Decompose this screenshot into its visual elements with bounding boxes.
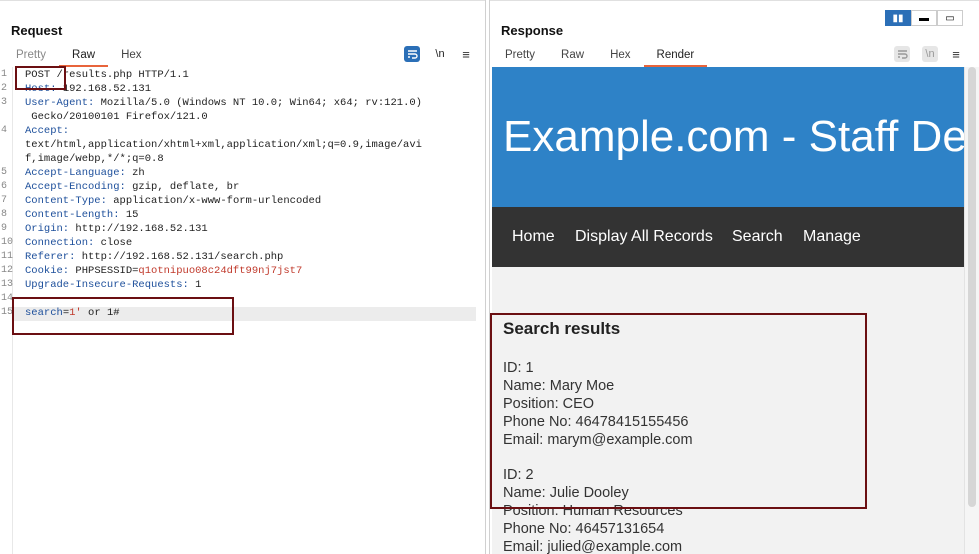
header-value: text/html,application/xhtml+xml,applicat…	[25, 139, 422, 151]
header-key: Origin:	[25, 223, 70, 235]
request-line: Accept:	[25, 125, 69, 137]
layout-side-by-side-icon[interactable]: ▮▮	[885, 10, 911, 26]
highlight-method-box	[15, 66, 66, 90]
line-number: 11	[1, 251, 14, 262]
nav-home[interactable]: Home	[512, 228, 555, 246]
line-number: 10	[1, 237, 14, 248]
request-line: Upgrade-Insecure-Requests: 1	[25, 279, 201, 291]
highlight-results-box	[490, 313, 867, 509]
wrap-lines-icon[interactable]	[894, 46, 910, 62]
line-number: 8	[1, 209, 8, 220]
header-value: zh	[125, 167, 145, 179]
response-title: Response	[501, 23, 564, 38]
request-line: User-Agent: Mozilla/5.0 (Windows NT 10.0…	[25, 97, 422, 109]
header-key: Accept-Encoding:	[25, 181, 126, 193]
tab-pretty[interactable]: Pretty	[492, 47, 548, 67]
layout-single-icon[interactable]: ▭	[937, 10, 963, 26]
header-value: PHPSESSID=	[69, 265, 139, 277]
request-line: Referer: http://192.168.52.131/search.ph…	[25, 251, 283, 263]
header-value: http://192.168.52.131/search.php	[75, 251, 284, 263]
tab-raw[interactable]: Raw	[59, 47, 109, 67]
header-value: Mozilla/5.0 (Windows NT 10.0; Win64; x64…	[94, 97, 422, 109]
request-pane: Request Pretty Raw Hex \n ≡ 1 POST /resul…	[0, 0, 486, 554]
request-line: Origin: http://192.168.52.131	[25, 223, 208, 235]
tab-hex[interactable]: Hex	[597, 47, 643, 67]
request-line: f,image/webp,*/*;q=0.8	[25, 153, 164, 165]
layout-toggle: ▮▮ ▬ ▭	[885, 10, 963, 26]
header-key: Content-Type:	[25, 195, 107, 207]
record-email: Email: julied@example.com	[503, 539, 683, 554]
highlighted-value: q1otnipuo08c24dft99nj7jst7	[138, 265, 303, 277]
request-line: Accept-Language: zh	[25, 167, 145, 179]
request-tabs: Pretty Raw Hex	[3, 47, 155, 67]
newline-toggle-button[interactable]: \n	[922, 46, 938, 62]
site-title: Example.com - Staff Details	[503, 112, 964, 161]
hamburger-menu-icon[interactable]: ≡	[458, 46, 474, 62]
vertical-scrollbar[interactable]	[964, 67, 979, 554]
highlight-payload-box	[12, 297, 234, 335]
request-line: Connection: close	[25, 237, 132, 249]
header-value: 192.168.52.131	[56, 83, 152, 95]
header-value: 15	[119, 209, 139, 221]
request-line: Content-Type: application/x-www-form-url…	[25, 195, 321, 207]
line-number: 6	[1, 181, 8, 192]
header-key: Content-Length:	[25, 209, 120, 221]
header-key: Referer:	[25, 251, 76, 263]
tab-hex[interactable]: Hex	[108, 47, 154, 67]
line-number: 7	[1, 195, 8, 206]
header-value: f,image/webp,*/*;q=0.8	[25, 153, 164, 165]
header-key: Connection:	[25, 237, 95, 249]
tab-render[interactable]: Render	[643, 47, 708, 67]
hamburger-menu-icon[interactable]: ≡	[948, 46, 964, 62]
line-number: 5	[1, 167, 8, 178]
line-number: 13	[1, 279, 14, 290]
header-value: 1	[188, 279, 202, 291]
layout-stacked-icon[interactable]: ▬	[911, 10, 937, 26]
header-key: Upgrade-Insecure-Requests:	[25, 279, 189, 291]
request-line: Accept-Encoding: gzip, deflate, br	[25, 181, 239, 193]
line-number: 12	[1, 265, 14, 276]
request-line: Gecko/20100101 Firefox/121.0	[25, 111, 208, 123]
header-key: Accept:	[25, 125, 70, 137]
header-value: close	[94, 237, 133, 249]
header-value: http://192.168.52.131	[69, 223, 208, 235]
wrap-lines-icon[interactable]	[404, 46, 420, 62]
nav-search[interactable]: Search	[732, 228, 783, 246]
nav-manage[interactable]: Manage	[803, 228, 861, 246]
header-key: Accept-Language:	[25, 167, 126, 179]
request-line: Cookie: PHPSESSID=q1otnipuo08c24dft99nj7…	[25, 265, 302, 277]
header-key: Cookie:	[25, 265, 70, 277]
nav-display-all-records[interactable]: Display All Records	[575, 228, 713, 246]
newline-toggle-button[interactable]: \n	[432, 46, 448, 62]
line-number: 2	[1, 83, 8, 94]
request-line: Content-Length: 15	[25, 209, 138, 221]
header-value: gzip, deflate, br	[125, 181, 240, 193]
request-line: text/html,application/xhtml+xml,applicat…	[25, 139, 422, 151]
site-nav: Home Display All Records Search Manage	[492, 207, 964, 267]
header-key: User-Agent:	[25, 97, 95, 109]
site-banner: Example.com - Staff Details	[492, 67, 964, 207]
response-tabs: Pretty Raw Hex Render	[492, 47, 708, 67]
header-value: Gecko/20100101 Firefox/121.0	[25, 111, 208, 123]
record-phone: Phone No: 46457131654	[503, 521, 665, 537]
header-value: application/x-www-form-urlencoded	[106, 195, 322, 207]
tab-raw[interactable]: Raw	[548, 47, 597, 67]
line-number: 9	[1, 223, 8, 234]
response-pane: Response ▮▮ ▬ ▭ Pretty Raw Hex Render \n…	[489, 0, 979, 554]
line-number: 3	[1, 97, 8, 108]
request-title: Request	[11, 23, 63, 38]
tab-pretty[interactable]: Pretty	[3, 47, 59, 67]
line-number: 1	[1, 69, 8, 80]
line-number: 4	[1, 125, 8, 136]
scrollbar-thumb[interactable]	[968, 67, 976, 507]
